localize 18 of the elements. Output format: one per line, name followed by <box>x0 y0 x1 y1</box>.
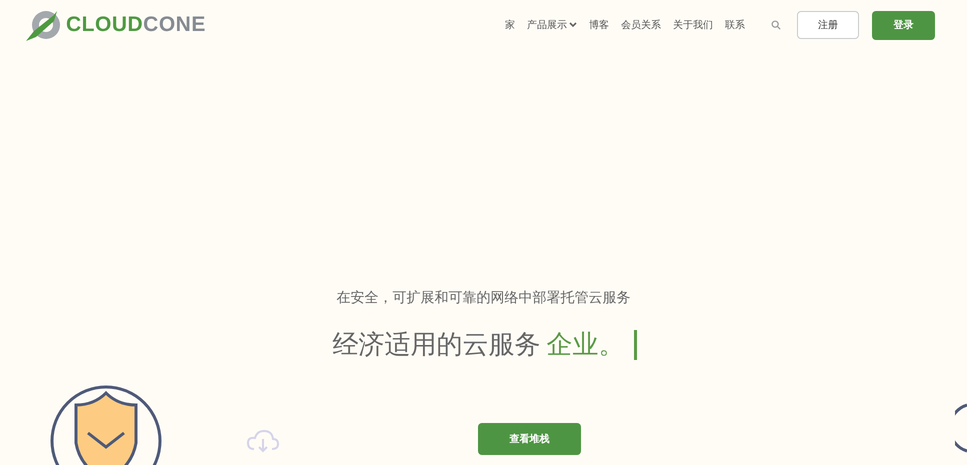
nav-link[interactable]: 博客 <box>589 18 609 32</box>
nav-link[interactable]: 产品展示 <box>527 18 577 32</box>
chevron-icon <box>569 22 577 28</box>
logo-wordmark: CLOUDCONE <box>66 13 206 37</box>
nav-link[interactable]: 关于我们 <box>673 18 713 32</box>
login-button[interactable]: 登录 <box>872 10 935 40</box>
cloud-download-icon <box>246 429 280 453</box>
hero-headline: 经济适用的云服务 <box>332 329 540 362</box>
text-cursor <box>634 330 636 360</box>
shield-icon <box>48 383 164 465</box>
hero-subtitle: 在安全，可扩展和可靠的网络中部署托管云服务 <box>336 289 630 307</box>
register-button[interactable]: 注册 <box>797 11 859 39</box>
nav-link[interactable]: 联系 <box>725 18 745 32</box>
hero-headline-accent: 企业。 <box>546 329 624 362</box>
nav-link[interactable]: 会员关系 <box>621 18 661 32</box>
nav-link[interactable]: 家 <box>505 18 515 32</box>
search-icon[interactable] <box>771 20 781 30</box>
view-stack-button[interactable]: 查看堆栈 <box>478 423 581 455</box>
